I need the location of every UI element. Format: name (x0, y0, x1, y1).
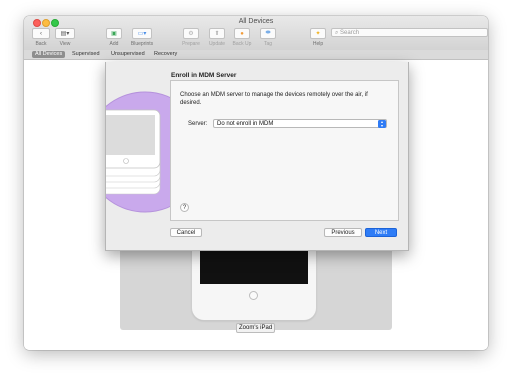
ipad-screen (200, 246, 308, 284)
ipad-device-image[interactable] (192, 246, 316, 320)
search-field[interactable]: ⌕ Search (331, 28, 488, 37)
previous-button[interactable]: Previous (324, 228, 362, 237)
device-name-label[interactable]: Zoom's iPad (236, 323, 276, 333)
backup-label: Back Up (232, 41, 252, 47)
update-button[interactable]: ⬆ Update (205, 28, 229, 47)
view-label: View (59, 41, 71, 47)
next-button[interactable]: Next (365, 228, 397, 237)
help-button[interactable]: ✦ Help (307, 28, 329, 47)
tag-label: Tag (263, 41, 273, 47)
chevron-left-icon: ‹ (32, 28, 50, 39)
backup-button[interactable]: ● Back Up (230, 28, 254, 47)
help-lightbulb-icon: ✦ (310, 28, 326, 39)
sheet-description: Choose an MDM server to manage the devic… (180, 92, 368, 106)
tag-button[interactable]: ⬬ Tag (257, 28, 279, 47)
ipad-home-button (249, 291, 258, 300)
tab-unsupervised[interactable]: Unsupervised (108, 51, 148, 58)
sheet-title: Enroll in MDM Server (171, 72, 237, 79)
update-label: Update (208, 41, 226, 47)
server-select[interactable]: Do not enroll in MDM ▴ ▾ (213, 119, 387, 128)
filter-tab-bar: All Devices Supervised Unsupervised Reco… (24, 50, 488, 60)
prepare-icon: ⚙ (183, 28, 199, 39)
chevron-up-down-icon: ▴ ▾ (378, 120, 386, 128)
window-title: All Devices (238, 18, 274, 25)
cancel-button[interactable]: Cancel (170, 228, 202, 237)
add-button[interactable]: ▣ Add (104, 28, 124, 47)
tab-recovery[interactable]: Recovery (151, 51, 180, 58)
update-icon: ⬆ (209, 28, 225, 39)
tab-all-devices[interactable]: All Devices (32, 51, 66, 58)
backup-icon: ● (234, 28, 250, 39)
back-label: Back (35, 41, 47, 47)
prepare-button[interactable]: ⚙ Prepare (179, 28, 203, 47)
help-label: Help (312, 41, 324, 47)
search-icon: ⌕ (335, 30, 339, 36)
window-toolbar: All Devices ‹ Back ▤▾ View ▣ Add ▭▾ Blue… (24, 16, 488, 51)
main-window: All Devices ‹ Back ▤▾ View ▣ Add ▭▾ Blue… (24, 16, 488, 350)
blueprints-icon: ▭▾ (132, 28, 152, 39)
blueprints-label: Blueprints (130, 41, 154, 47)
prepare-label: Prepare (182, 41, 200, 47)
server-label: Server: (188, 121, 208, 127)
server-select-value: Do not enroll in MDM (217, 121, 274, 127)
add-icon: ▣ (106, 28, 122, 39)
search-placeholder: Search (340, 30, 360, 36)
blueprints-button[interactable]: ▭▾ Blueprints (126, 28, 158, 47)
mdm-options-panel: Choose an MDM server to manage the devic… (170, 80, 399, 221)
enroll-mdm-sheet: Enroll in MDM Server Choose an MDM serve… (105, 62, 409, 251)
add-label: Add (109, 41, 119, 47)
help-question-button[interactable]: ? (180, 203, 189, 212)
view-button[interactable]: ▤▾ View (54, 28, 76, 47)
tab-supervised[interactable]: Supervised (69, 51, 103, 58)
tag-icon: ⬬ (260, 28, 276, 39)
view-options-icon: ▤▾ (55, 28, 75, 39)
back-button[interactable]: ‹ Back (31, 28, 51, 47)
